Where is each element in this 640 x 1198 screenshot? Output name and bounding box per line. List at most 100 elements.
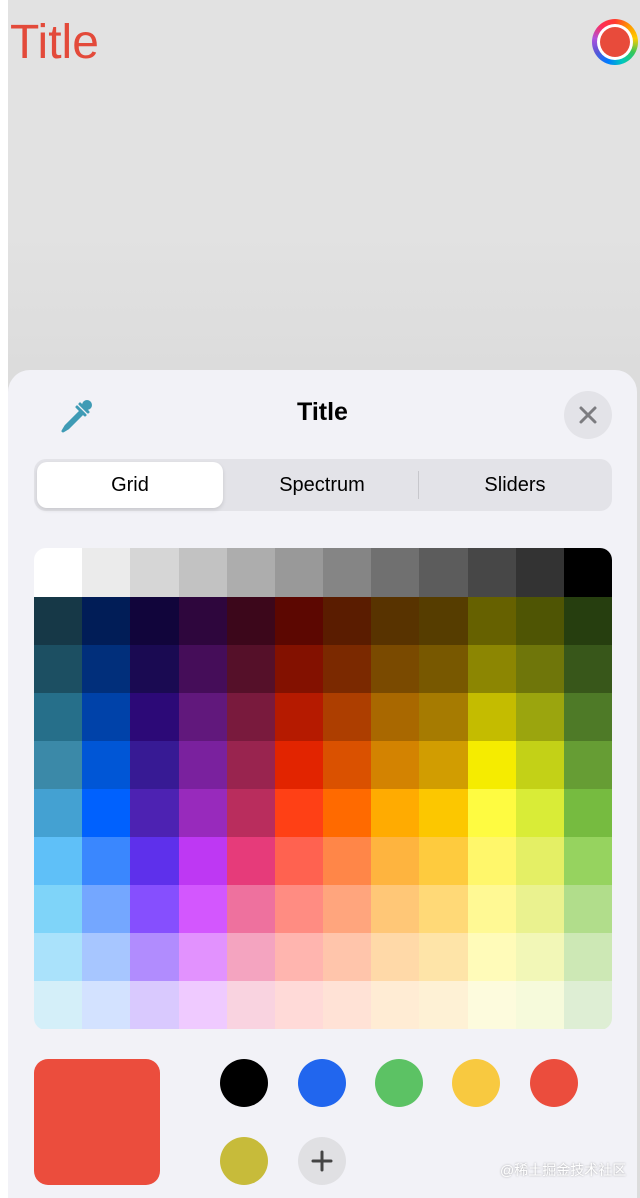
grid-color-cell[interactable]: [274, 597, 324, 645]
grid-color-cell[interactable]: [178, 981, 227, 1029]
grid-color-cell[interactable]: [323, 693, 372, 741]
grid-color-cell[interactable]: [563, 981, 612, 1029]
add-swatch-button[interactable]: [298, 1137, 346, 1185]
grid-color-cell[interactable]: [563, 741, 612, 789]
grid-color-cell[interactable]: [178, 548, 227, 597]
grid-color-cell[interactable]: [467, 741, 516, 789]
tab-spectrum[interactable]: Spectrum: [229, 462, 415, 508]
grid-color-cell[interactable]: [419, 693, 468, 741]
grid-color-cell[interactable]: [82, 597, 131, 645]
grid-color-cell[interactable]: [34, 645, 83, 693]
grid-color-cell[interactable]: [323, 981, 372, 1029]
grid-color-cell[interactable]: [467, 693, 516, 741]
close-button[interactable]: [564, 391, 612, 439]
grid-color-cell[interactable]: [371, 837, 420, 885]
grid-color-cell[interactable]: [82, 885, 131, 933]
grid-color-cell[interactable]: [82, 693, 131, 741]
grid-color-cell[interactable]: [178, 789, 227, 837]
grid-color-cell[interactable]: [226, 837, 275, 885]
grid-color-cell[interactable]: [130, 693, 179, 741]
grid-color-cell[interactable]: [563, 837, 612, 885]
tab-grid[interactable]: Grid: [37, 462, 223, 508]
grid-color-cell[interactable]: [515, 981, 564, 1029]
grid-color-cell[interactable]: [515, 789, 564, 837]
grid-color-cell[interactable]: [82, 645, 131, 693]
grid-color-cell[interactable]: [34, 789, 83, 837]
grid-color-cell[interactable]: [226, 548, 275, 597]
grid-color-cell[interactable]: [82, 789, 131, 837]
grid-color-cell[interactable]: [34, 933, 83, 981]
grid-color-cell[interactable]: [419, 548, 468, 597]
grid-color-cell[interactable]: [226, 885, 275, 933]
grid-color-cell[interactable]: [371, 933, 420, 981]
grid-color-cell[interactable]: [130, 789, 179, 837]
swatch-green[interactable]: [375, 1059, 423, 1107]
grid-color-cell[interactable]: [419, 885, 468, 933]
grid-color-cell[interactable]: [563, 693, 612, 741]
grid-color-cell[interactable]: [467, 885, 516, 933]
grid-color-cell[interactable]: [34, 981, 83, 1029]
grid-color-cell[interactable]: [563, 597, 612, 645]
grid-color-cell[interactable]: [467, 933, 516, 981]
swatch-black[interactable]: [220, 1059, 268, 1107]
grid-color-cell[interactable]: [371, 693, 420, 741]
grid-color-cell[interactable]: [515, 693, 564, 741]
grid-color-cell[interactable]: [82, 933, 131, 981]
grid-color-cell[interactable]: [34, 693, 83, 741]
grid-color-cell[interactable]: [226, 981, 275, 1029]
grid-color-cell[interactable]: [274, 741, 324, 789]
grid-color-cell[interactable]: [130, 645, 179, 693]
grid-color-cell[interactable]: [467, 597, 516, 645]
grid-color-cell[interactable]: [371, 789, 420, 837]
grid-color-cell[interactable]: [515, 597, 564, 645]
grid-color-cell[interactable]: [274, 693, 324, 741]
grid-color-cell[interactable]: [226, 645, 275, 693]
grid-color-cell[interactable]: [563, 548, 612, 597]
grid-color-cell[interactable]: [371, 981, 420, 1029]
grid-color-cell[interactable]: [515, 933, 564, 981]
grid-color-cell[interactable]: [467, 789, 516, 837]
grid-color-cell[interactable]: [226, 693, 275, 741]
grid-color-cell[interactable]: [323, 548, 372, 597]
grid-color-cell[interactable]: [515, 645, 564, 693]
grid-color-cell[interactable]: [419, 789, 468, 837]
grid-color-cell[interactable]: [274, 837, 324, 885]
grid-color-cell[interactable]: [371, 597, 420, 645]
grid-color-cell[interactable]: [515, 885, 564, 933]
grid-color-cell[interactable]: [419, 933, 468, 981]
grid-color-cell[interactable]: [371, 885, 420, 933]
grid-color-cell[interactable]: [178, 837, 227, 885]
grid-color-cell[interactable]: [82, 741, 131, 789]
grid-color-cell[interactable]: [226, 597, 275, 645]
grid-color-cell[interactable]: [130, 885, 179, 933]
grid-color-cell[interactable]: [178, 597, 227, 645]
swatch-red[interactable]: [530, 1059, 578, 1107]
grid-color-cell[interactable]: [34, 597, 83, 645]
grid-color-cell[interactable]: [226, 741, 275, 789]
grid-color-cell[interactable]: [274, 933, 324, 981]
grid-color-cell[interactable]: [515, 741, 564, 789]
grid-color-cell[interactable]: [82, 548, 131, 597]
grid-color-cell[interactable]: [419, 741, 468, 789]
grid-color-cell[interactable]: [130, 741, 179, 789]
grid-color-cell[interactable]: [178, 645, 227, 693]
grid-color-cell[interactable]: [274, 981, 324, 1029]
color-well-button[interactable]: [592, 19, 638, 65]
grid-color-cell[interactable]: [274, 885, 324, 933]
grid-color-cell[interactable]: [371, 645, 420, 693]
grid-color-cell[interactable]: [563, 885, 612, 933]
grid-color-cell[interactable]: [82, 981, 131, 1029]
grid-color-cell[interactable]: [226, 933, 275, 981]
grid-color-cell[interactable]: [130, 981, 179, 1029]
swatch-blue[interactable]: [298, 1059, 346, 1107]
grid-color-cell[interactable]: [178, 933, 227, 981]
grid-color-cell[interactable]: [34, 885, 83, 933]
grid-color-cell[interactable]: [371, 741, 420, 789]
grid-color-cell[interactable]: [467, 645, 516, 693]
tab-sliders[interactable]: Sliders: [422, 462, 608, 508]
grid-color-cell[interactable]: [130, 837, 179, 885]
grid-color-cell[interactable]: [467, 837, 516, 885]
grid-color-cell[interactable]: [34, 741, 83, 789]
grid-color-cell[interactable]: [34, 837, 83, 885]
grid-color-cell[interactable]: [178, 741, 227, 789]
